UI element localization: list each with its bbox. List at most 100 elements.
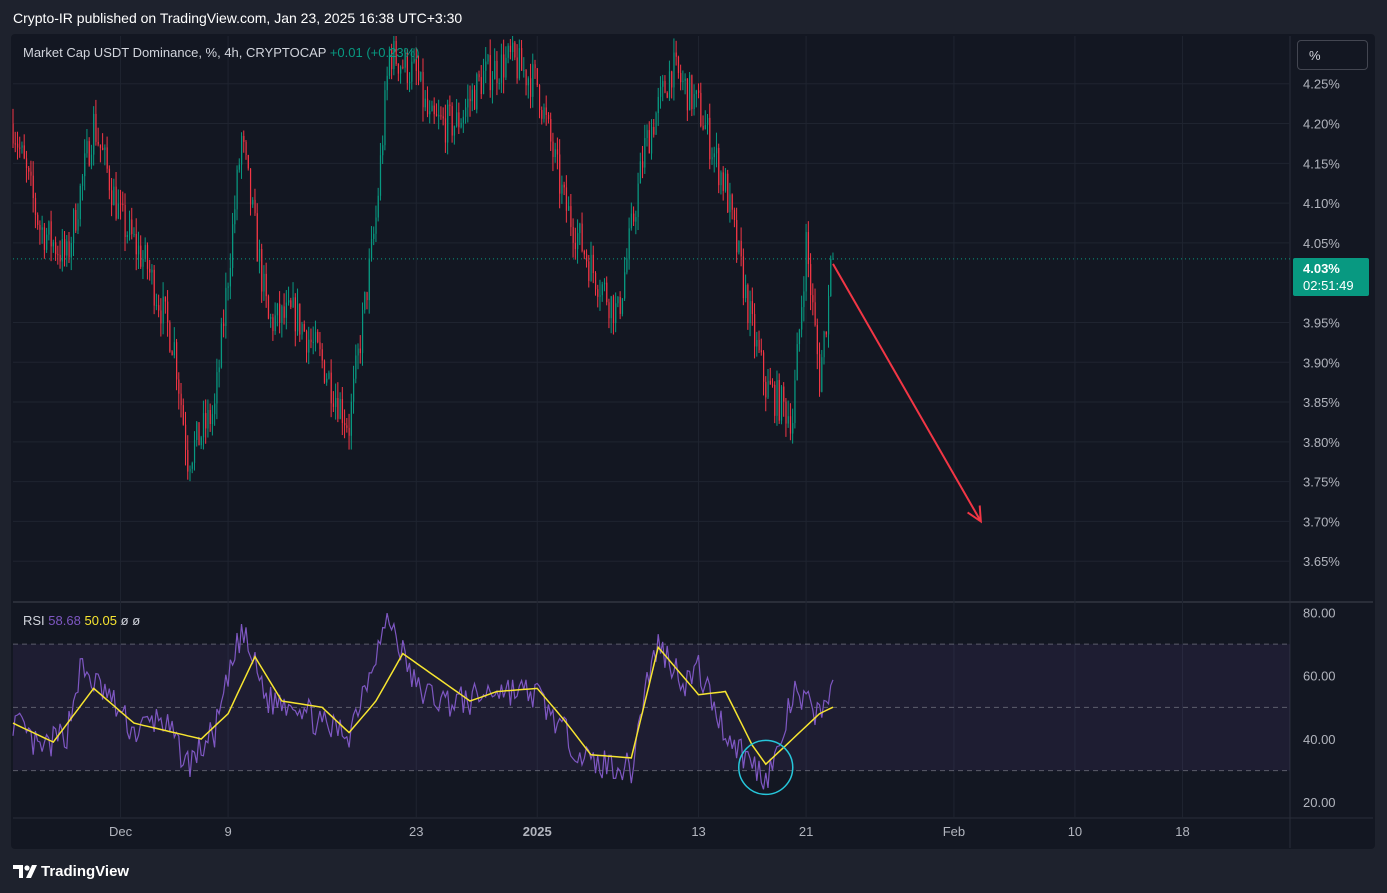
candle-body (648, 130, 650, 154)
candle-body (373, 233, 375, 239)
candle-body (601, 284, 603, 296)
percent-scale-button[interactable]: % (1297, 40, 1368, 70)
rsi-tick-label: 80.00 (1303, 605, 1336, 620)
price-tick-label: 3.65% (1303, 554, 1340, 569)
candle-body (543, 107, 545, 119)
candle-body (357, 348, 359, 356)
candle-body (370, 238, 373, 259)
candle-body (796, 344, 798, 381)
candle-body (173, 342, 176, 356)
candle-body (754, 314, 756, 347)
candle-body (37, 214, 39, 226)
candle-body (698, 90, 700, 93)
candle-body (745, 284, 747, 299)
x-tick-label: 18 (1175, 824, 1189, 839)
candle-body (303, 324, 305, 332)
candle-body (581, 223, 583, 251)
candle-body (449, 104, 451, 107)
candle-body (400, 66, 402, 74)
candle-body (677, 56, 680, 74)
candle-body (337, 397, 339, 419)
price-tick-label: 3.70% (1303, 514, 1340, 529)
candle-body (41, 227, 43, 230)
candle-body (821, 357, 823, 392)
candle-body (312, 341, 314, 343)
candle-body (402, 66, 404, 68)
candle-body (778, 380, 780, 421)
candle-body (592, 254, 594, 274)
candle-body (99, 144, 102, 148)
candle-body (207, 409, 209, 429)
candle-body (19, 147, 21, 149)
candle-body (102, 147, 104, 150)
candle-body (68, 241, 70, 258)
candle-body (758, 339, 760, 351)
rsi-tick-label: 20.00 (1303, 795, 1336, 810)
candle-body (467, 98, 469, 108)
candle-body (547, 114, 550, 120)
price-tick-label: 4.10% (1303, 196, 1340, 211)
candle-body (538, 85, 541, 111)
candle-body (657, 96, 659, 114)
candle-body (456, 112, 458, 127)
candle-body (223, 323, 225, 327)
candle-body (579, 223, 581, 234)
candle-body (299, 303, 301, 335)
candle-body (422, 72, 424, 108)
candle-body (310, 339, 312, 342)
candle-body (599, 295, 601, 297)
candle-body (792, 423, 794, 434)
candle-body (32, 175, 34, 199)
candle-body (167, 301, 169, 323)
candle-body (619, 297, 621, 314)
candle-body (722, 172, 724, 191)
candle-body (458, 112, 460, 128)
candle-body (776, 380, 778, 416)
candle-body (202, 413, 205, 438)
candle-body (444, 118, 447, 143)
candle-body (153, 269, 155, 306)
candle-body (469, 98, 471, 102)
candle-body (521, 48, 523, 71)
candle-body (61, 239, 63, 262)
candle-body (23, 145, 25, 159)
candle-body (711, 157, 713, 160)
candle-body (75, 209, 77, 231)
candle-body (491, 79, 494, 91)
candle-body (798, 329, 801, 345)
candle-body (146, 245, 149, 269)
candle-body (597, 289, 599, 297)
candle-body (196, 422, 198, 440)
candle-body (816, 325, 818, 355)
candle-body (218, 367, 220, 373)
candle-body (512, 42, 514, 53)
x-tick-label: Feb (943, 824, 965, 839)
candle-body (655, 113, 657, 135)
candle-body (442, 116, 444, 119)
candle-body (630, 213, 633, 229)
price-tick-label: 3.75% (1303, 475, 1340, 490)
candle-body (496, 60, 498, 84)
candle-body (142, 258, 144, 267)
candle-body (830, 258, 832, 296)
candle-body (319, 342, 321, 350)
candle-body (48, 221, 50, 235)
chart-canvas[interactable]: Dec 9 23 2025 13 21 Feb 10 18 4.25% 4.20% 4.15% 4.10… (0, 0, 1387, 893)
candle-body (639, 161, 641, 184)
candle-body (288, 300, 290, 303)
candle-body (344, 423, 346, 426)
candle-body (124, 204, 126, 238)
candle-body (785, 401, 787, 424)
candle-body (261, 249, 263, 292)
candle-body (366, 292, 368, 301)
candle-body (646, 130, 648, 138)
candle-body (471, 89, 473, 102)
candle-body (527, 78, 529, 86)
candle-body (117, 203, 119, 219)
candle-body (382, 145, 384, 156)
candle-body (265, 273, 267, 297)
candle-body (621, 298, 624, 314)
candle-body (536, 68, 538, 86)
candle-layer (12, 36, 834, 482)
candle-body (348, 427, 350, 436)
